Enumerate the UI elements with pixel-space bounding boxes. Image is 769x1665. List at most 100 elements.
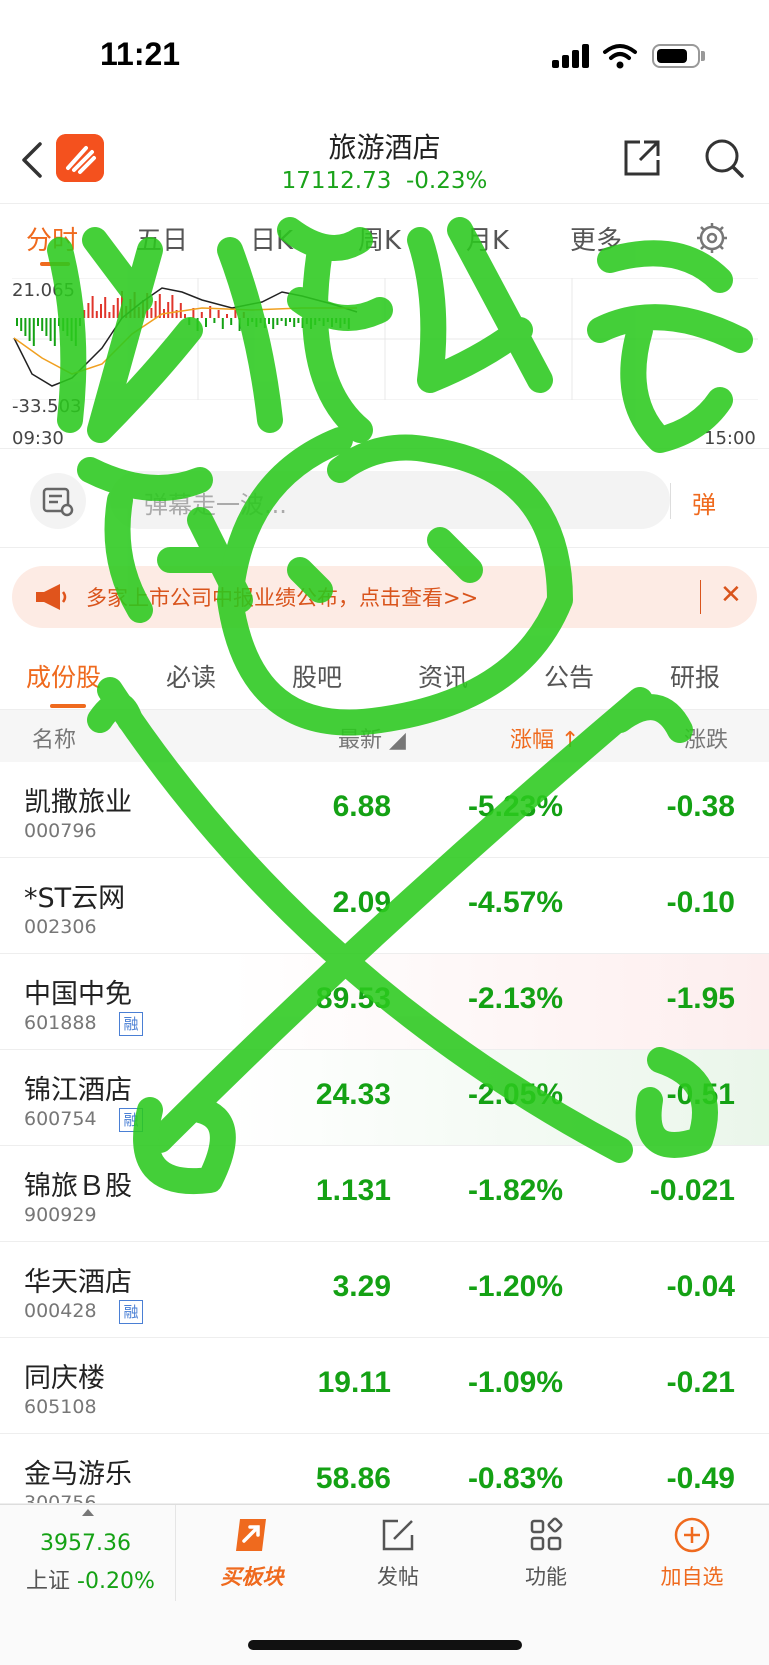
- stock-change: -0.51: [666, 1078, 735, 1111]
- stock-change: -0.10: [666, 886, 735, 919]
- table-row[interactable]: *ST云网 002306 2.09 -4.57% -0.10: [0, 858, 769, 954]
- gear-icon[interactable]: [694, 220, 730, 256]
- column-pct-change[interactable]: 涨幅 ↑: [510, 722, 579, 754]
- chart-volume-bar: [268, 318, 270, 324]
- chart-volume-bar: [184, 314, 186, 318]
- stock-price: 2.09: [332, 886, 391, 919]
- stock-change: -0.38: [666, 790, 735, 823]
- chart-volume-bar: [116, 298, 119, 318]
- chart-volume-bar: [171, 295, 174, 318]
- chart-volume-bar: [79, 318, 81, 326]
- tab-news[interactable]: 资讯: [418, 658, 468, 694]
- chart-volume-bar: [146, 293, 149, 318]
- functions-button[interactable]: 功能: [476, 1515, 616, 1599]
- chart-volume-bar: [200, 312, 203, 318]
- tab-daily-k[interactable]: 日K: [250, 220, 293, 257]
- column-change[interactable]: 涨跌: [684, 722, 728, 754]
- chart-volume-bar: [62, 318, 65, 331]
- stock-pct-change: -2.13%: [467, 982, 563, 1015]
- chart-volume-bar: [242, 312, 245, 318]
- chart-volume-bar: [213, 318, 216, 323]
- stock-pct-change: -1.82%: [467, 1174, 563, 1207]
- intraday-chart[interactable]: [12, 278, 758, 400]
- chart-volume-bar: [196, 318, 199, 331]
- market-index-widget[interactable]: 3957.36 上证 -0.20%: [0, 1505, 176, 1601]
- stock-price: 6.88: [332, 790, 391, 823]
- stock-code: 000796: [24, 820, 97, 842]
- chart-volume-bar: [66, 318, 69, 336]
- tab-announcements[interactable]: 公告: [544, 658, 594, 694]
- stock-change: -1.95: [666, 982, 735, 1015]
- tab-must-read[interactable]: 必读: [166, 658, 216, 694]
- tab-forum[interactable]: 股吧: [292, 658, 342, 694]
- close-icon[interactable]: ✕: [720, 580, 742, 610]
- market-index-value: 3957.36: [40, 1531, 131, 1556]
- table-row[interactable]: 金马游乐 300756 58.86 -0.83% -0.49: [0, 1434, 769, 1504]
- stock-name: 同庆楼: [24, 1363, 105, 1394]
- cellular-signal-icon: [552, 44, 592, 68]
- sector-index-change: -0.23%: [406, 168, 488, 194]
- tab-monthly-k[interactable]: 月K: [466, 220, 509, 257]
- tab-weekly-k[interactable]: 周K: [358, 220, 401, 257]
- table-row[interactable]: 华天酒店 000428 融 3.29 -1.20% -0.04: [0, 1242, 769, 1338]
- chart-volume-bar: [87, 303, 90, 318]
- chart-volume-bar: [104, 297, 107, 318]
- buy-sector-button[interactable]: 买板块: [182, 1515, 322, 1599]
- chart-volume-bar: [289, 318, 291, 322]
- chart-volume-bar: [16, 318, 18, 326]
- chart-volume-bar: [293, 318, 296, 327]
- home-indicator[interactable]: [248, 1640, 522, 1650]
- notice-banner[interactable]: 多家上市公司中报业绩公布，点击查看>> ✕: [12, 566, 757, 628]
- battery-tip: [701, 51, 705, 61]
- chart-volume-bar: [121, 291, 123, 318]
- chart-volume-bar: [230, 318, 233, 325]
- table-row[interactable]: 锦旅Ｂ股 900929 1.131 -1.82% -0.021: [0, 1146, 769, 1242]
- stock-pct-change: -2.05%: [467, 1078, 563, 1111]
- tab-five-day[interactable]: 五日: [136, 220, 188, 257]
- buy-sector-label: 买板块: [220, 1565, 284, 1589]
- stock-pct-change: -0.83%: [467, 1462, 563, 1495]
- stock-code: 600754: [24, 1108, 97, 1130]
- stock-code: 002306: [24, 916, 97, 938]
- chart-volume-bar: [280, 318, 283, 321]
- chart-volume-bar: [133, 292, 136, 318]
- stock-change: -0.04: [666, 1270, 735, 1303]
- table-row[interactable]: 同庆楼 605108 19.11 -1.09% -0.21: [0, 1338, 769, 1434]
- grid-apps-icon: [530, 1517, 563, 1551]
- tab-intraday[interactable]: 分时: [26, 220, 78, 257]
- table-row[interactable]: 锦江酒店 600754 融 24.33 -2.05% -0.51: [0, 1050, 769, 1146]
- tab-more[interactable]: 更多: [570, 220, 622, 257]
- chart-volume-bar: [217, 310, 220, 318]
- chart-volume-bar: [284, 318, 287, 326]
- danmu-input[interactable]: 弹幕走一波... 弹: [110, 471, 716, 529]
- header: 旅游酒店 17112.73 -0.23%: [0, 112, 769, 204]
- post-button[interactable]: 发帖: [328, 1515, 468, 1599]
- tab-constituents[interactable]: 成份股: [26, 658, 101, 694]
- danmu-settings-button[interactable]: [30, 473, 86, 529]
- share-icon[interactable]: [620, 136, 664, 180]
- stock-name: 华天酒店: [24, 1267, 132, 1298]
- chart-volume-bar: [188, 318, 191, 325]
- notice-text: 多家上市公司中报业绩公布，点击查看>>: [86, 586, 479, 610]
- market-index-name: 上证: [26, 1569, 71, 1594]
- chart-volume-bar: [297, 318, 300, 323]
- chart-volume-bar: [331, 318, 333, 327]
- post-label: 发帖: [377, 1565, 419, 1589]
- table-row[interactable]: 中国中免 601888 融 89.53 -2.13% -1.95: [0, 954, 769, 1050]
- add-watchlist-button[interactable]: 加自选: [622, 1515, 762, 1599]
- tab-research[interactable]: 研报: [670, 658, 720, 694]
- table-row[interactable]: 凯撒旅业 000796 6.88 -5.23% -0.38: [0, 762, 769, 858]
- stock-code: 601888: [24, 1012, 97, 1034]
- chart-volume-bar: [74, 318, 77, 346]
- chart-period-tabs: 分时 五日 日K 周K 月K 更多: [0, 206, 769, 268]
- column-price[interactable]: 最新 ◢: [338, 722, 406, 754]
- add-circle-icon: [674, 1517, 710, 1553]
- danmu-toggle-button[interactable]: 弹: [670, 483, 716, 519]
- stock-change: -0.021: [649, 1174, 735, 1207]
- status-bar: 11:21: [0, 0, 769, 112]
- chart-volume-bar: [263, 318, 266, 328]
- stock-code: 300756: [24, 1492, 97, 1504]
- chart-volume-bar: [32, 318, 35, 346]
- search-icon[interactable]: [702, 136, 746, 180]
- stock-code: 000428: [24, 1300, 97, 1322]
